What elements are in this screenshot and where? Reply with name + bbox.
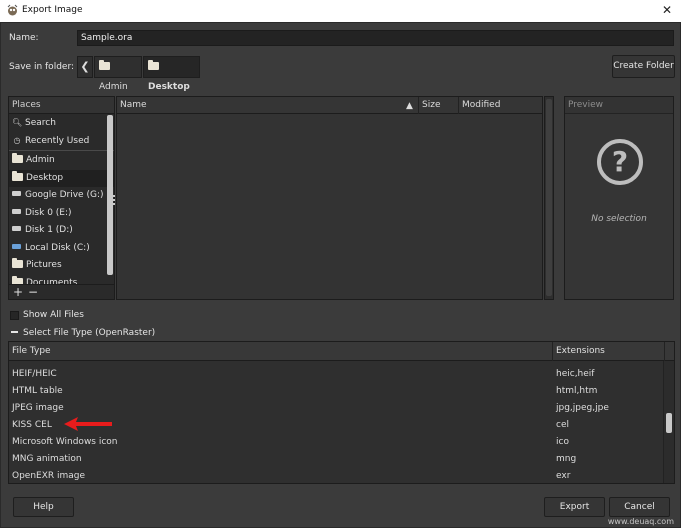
places-item-search[interactable]: 🔍︎ Search bbox=[9, 114, 114, 132]
places-item-google-drive[interactable]: Google Drive (G:) bbox=[9, 187, 114, 205]
add-bookmark-button[interactable]: + bbox=[13, 285, 23, 299]
filename-input[interactable]: Sample.ora bbox=[77, 30, 674, 46]
remove-bookmark-button[interactable]: − bbox=[28, 285, 38, 299]
show-all-files-checkbox[interactable] bbox=[10, 311, 19, 320]
table-row[interactable]: Microsoft Windows icon ico bbox=[9, 434, 665, 451]
cancel-button[interactable]: Cancel bbox=[609, 497, 670, 517]
column-file-type-header[interactable]: File Type bbox=[9, 342, 553, 361]
file-list-scrollbar[interactable] bbox=[544, 96, 554, 300]
file-list-header: Name ▲ Size Modified bbox=[117, 97, 542, 114]
column-name-header[interactable]: Name bbox=[117, 97, 419, 114]
close-icon[interactable]: ✕ bbox=[659, 2, 675, 18]
places-panel: Places 🔍︎ Search ◷ Recently Used Admin Des… bbox=[8, 96, 115, 300]
file-type-expander-icon[interactable] bbox=[11, 331, 18, 333]
folder-icon bbox=[12, 153, 23, 163]
places-separator bbox=[9, 150, 114, 151]
file-type-scrollbar[interactable] bbox=[663, 361, 674, 483]
breadcrumb-admin[interactable]: Admin bbox=[94, 56, 142, 92]
window-title: Export Image bbox=[22, 5, 83, 15]
file-type-table[interactable]: File Type Extensions HEIF/HEIC heic,heif … bbox=[8, 341, 675, 484]
places-item-disk-0[interactable]: Disk 0 (E:) bbox=[9, 205, 114, 223]
places-header: Places bbox=[9, 97, 114, 114]
table-row[interactable]: MNG animation mng bbox=[9, 451, 665, 468]
places-item-admin[interactable]: Admin bbox=[9, 152, 114, 170]
red-arrow-annotation-icon bbox=[64, 417, 112, 431]
watermark-text: www.deuaq.com bbox=[607, 517, 674, 526]
question-mark-icon: ? bbox=[597, 139, 643, 185]
file-list[interactable]: Name ▲ Size Modified bbox=[116, 96, 543, 300]
drive-icon bbox=[12, 208, 21, 214]
column-size-header[interactable]: Size bbox=[419, 97, 459, 114]
breadcrumb-desktop[interactable]: Desktop bbox=[143, 56, 200, 92]
table-row[interactable]: HEIF/HEIC heic,heif bbox=[9, 366, 665, 383]
folder-icon bbox=[12, 170, 23, 181]
places-item-recently-used[interactable]: ◷ Recently Used bbox=[9, 132, 114, 150]
places-item-disk-1[interactable]: Disk 1 (D:) bbox=[9, 222, 114, 240]
preview-panel: Preview ? No selection bbox=[564, 96, 674, 300]
column-extensions-header[interactable]: Extensions bbox=[553, 342, 665, 361]
help-button[interactable]: Help bbox=[13, 497, 74, 517]
create-folder-button[interactable]: Create Folder bbox=[612, 55, 675, 78]
search-icon: 🔍︎ bbox=[12, 118, 23, 127]
name-label: Name: bbox=[9, 33, 39, 43]
clock-icon: ◷ bbox=[13, 135, 21, 145]
breadcrumb-back-button[interactable]: ❮ bbox=[77, 56, 93, 78]
folder-icon bbox=[148, 60, 159, 70]
table-row[interactable]: OpenEXR image exr bbox=[9, 468, 665, 483]
column-modified-header[interactable]: Modified bbox=[459, 97, 544, 114]
drive-icon bbox=[12, 226, 21, 231]
save-in-folder-label: Save in folder: bbox=[9, 62, 75, 72]
file-type-header: File Type Extensions bbox=[9, 342, 674, 361]
preview-empty-text: No selection bbox=[591, 214, 647, 224]
folder-icon bbox=[12, 258, 23, 268]
table-row[interactable]: HTML table html,htm bbox=[9, 383, 665, 400]
select-file-type-label[interactable]: Select File Type (OpenRaster) bbox=[23, 328, 155, 338]
show-all-files-label[interactable]: Show All Files bbox=[23, 310, 84, 320]
export-button[interactable]: Export bbox=[544, 497, 605, 517]
drive-icon bbox=[12, 191, 21, 196]
places-item-local-disk[interactable]: Local Disk (C:) bbox=[9, 240, 114, 258]
folder-icon bbox=[99, 60, 110, 70]
table-row[interactable]: JPEG image jpg,jpeg,jpe bbox=[9, 400, 665, 417]
gimp-app-icon bbox=[7, 4, 18, 16]
places-item-pictures[interactable]: Pictures bbox=[9, 257, 114, 275]
export-dialog: Name: Sample.ora Save in folder: ❮ Admin… bbox=[0, 22, 681, 528]
window-titlebar: Export Image ✕ bbox=[0, 0, 681, 22]
sort-ascending-icon: ▲ bbox=[406, 101, 413, 111]
places-toolbar: + − bbox=[9, 284, 114, 299]
places-item-desktop[interactable]: Desktop bbox=[9, 169, 114, 187]
preview-header: Preview bbox=[565, 97, 673, 114]
drive-icon bbox=[12, 243, 21, 249]
